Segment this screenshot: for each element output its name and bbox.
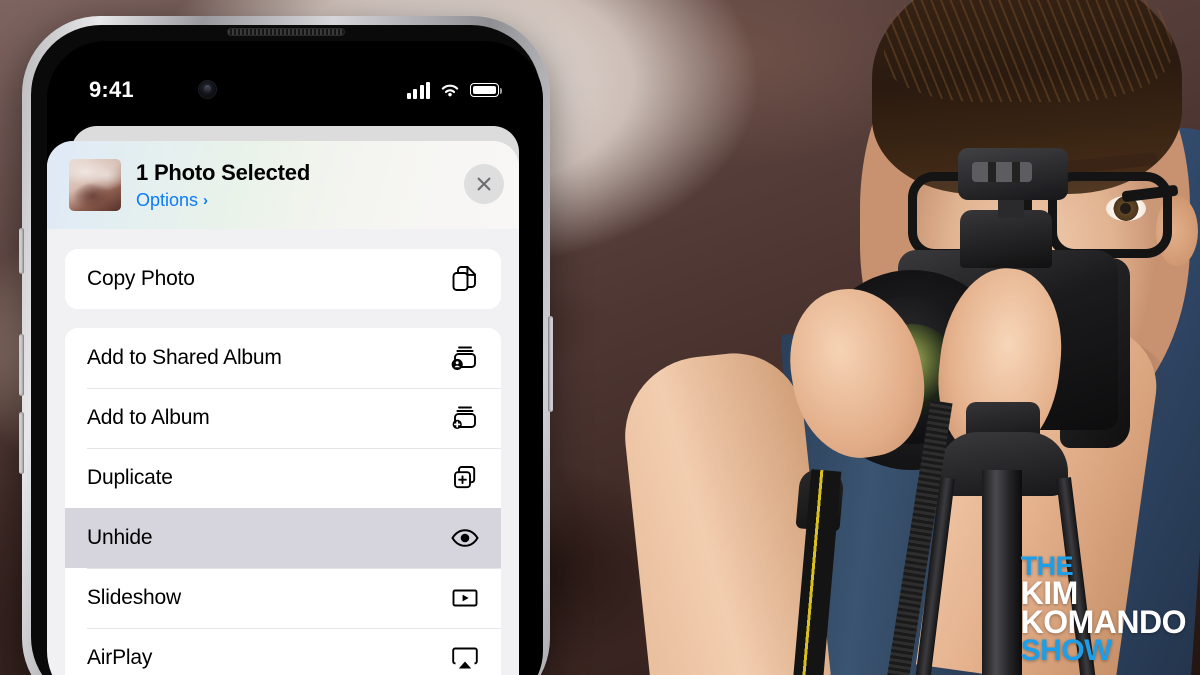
close-x-icon	[477, 177, 491, 191]
share-sheet-body: Copy Photo Add to Shared Album Add to Al…	[47, 229, 519, 675]
phone-bezel: 9:41 1 Photo Selected Options › Copy Pho…	[31, 25, 543, 675]
share-sheet-header-text: 1 Photo Selected Options ›	[136, 160, 310, 211]
tripod-center-column	[982, 470, 1022, 675]
options-label: Options	[136, 189, 199, 210]
volume-up-button[interactable]	[19, 334, 24, 396]
status-bar-time: 9:41	[89, 77, 134, 102]
action-button[interactable]	[19, 228, 24, 274]
status-bar: 9:41	[47, 75, 543, 105]
row-label: AirPlay	[87, 646, 153, 669]
share-action-airplay[interactable]: AirPlay	[65, 628, 501, 675]
close-button[interactable]	[464, 164, 504, 204]
share-action-duplicate[interactable]: Duplicate	[65, 448, 501, 508]
battery-full-icon	[470, 83, 503, 97]
row-label: Copy Photo	[87, 267, 195, 290]
logo-line-komando: KOMANDO	[1020, 603, 1187, 640]
phone-screen: 9:41 1 Photo Selected Options › Copy Pho…	[47, 41, 543, 675]
action-group-1: Copy Photo	[65, 249, 501, 309]
selected-photo-thumbnail[interactable]	[69, 159, 121, 211]
share-sheet: 1 Photo Selected Options › Copy Photo Ad…	[47, 141, 519, 675]
volume-down-button[interactable]	[19, 412, 24, 474]
kim-komando-show-logo: THE KIM KOMANDO SHOW	[1020, 552, 1187, 668]
camera-flash	[958, 148, 1068, 200]
wifi-icon	[441, 84, 459, 96]
chevron-right-icon: ›	[203, 191, 209, 209]
eye-icon	[448, 521, 482, 555]
copy-photo-icon	[448, 262, 482, 296]
row-label: Add to Album	[87, 406, 210, 429]
row-label: Slideshow	[87, 586, 181, 609]
add-album-icon	[448, 401, 482, 435]
status-bar-indicators	[406, 81, 503, 99]
share-sheet-title: 1 Photo Selected	[136, 159, 311, 185]
share-sheet-header: 1 Photo Selected Options ›	[47, 141, 519, 229]
share-action-slideshow[interactable]: Slideshow	[65, 568, 501, 628]
row-label: Unhide	[87, 526, 153, 549]
speaker-grille-icon	[227, 28, 345, 36]
airplay-icon	[448, 641, 482, 675]
row-label: Add to Shared Album	[87, 346, 282, 369]
shared-album-icon	[448, 341, 482, 375]
power-button[interactable]	[548, 316, 553, 412]
share-action-add-to-shared-album[interactable]: Add to Shared Album	[65, 328, 501, 388]
slideshow-play-icon	[448, 581, 482, 615]
iphone-device: 9:41 1 Photo Selected Options › Copy Pho…	[19, 16, 553, 675]
cellular-bars-icon	[406, 81, 430, 99]
options-link[interactable]: Options ›	[136, 190, 310, 211]
share-action-copy-photo[interactable]: Copy Photo	[65, 249, 501, 309]
logo-line-show: SHOW	[1020, 634, 1113, 668]
duplicate-icon	[448, 461, 482, 495]
row-label: Duplicate	[87, 466, 173, 489]
share-action-unhide[interactable]: Unhide	[65, 508, 501, 568]
camera-pentaprism	[960, 210, 1052, 268]
action-group-2: Add to Shared Album Add to Album Duplica…	[65, 328, 501, 675]
share-action-add-to-album[interactable]: Add to Album	[65, 388, 501, 448]
